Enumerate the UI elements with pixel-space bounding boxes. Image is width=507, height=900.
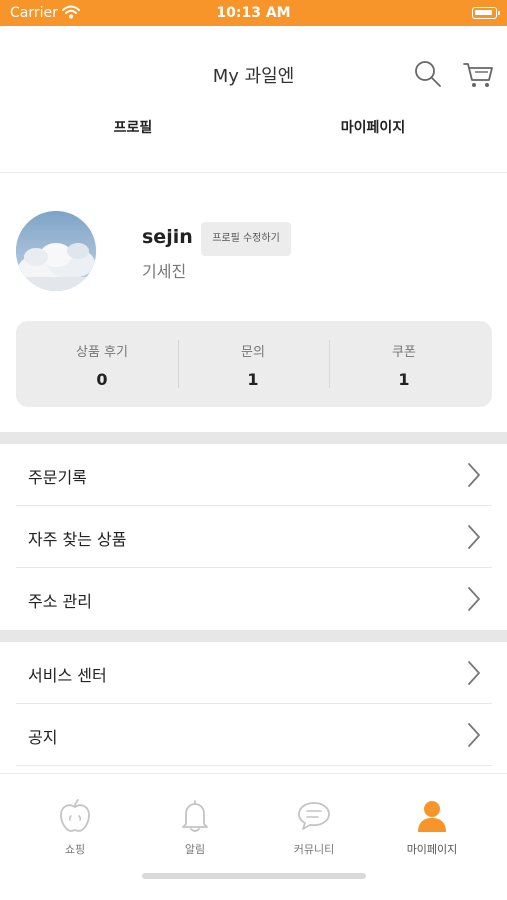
tab-mypage[interactable]: 마이페이지 <box>246 108 500 148</box>
tabbar-label: 커뮤니티 <box>293 843 335 856</box>
stats-card: 상품 후기 0 문의 1 쿠폰 1 <box>16 321 492 407</box>
chevron-right-icon <box>468 463 480 487</box>
home-indicator <box>142 873 366 879</box>
status-bar: Carrier 10:13 AM <box>0 0 507 26</box>
chevron-right-icon <box>468 525 480 549</box>
real-name: 기세진 <box>142 262 187 281</box>
tab-profile[interactable]: 프로필 <box>8 108 258 148</box>
menu-item-address[interactable]: 주소 관리 <box>16 568 492 630</box>
tabbar-item-mypage[interactable]: 마이페이지 <box>377 798 487 858</box>
menu-item-label: 주소 관리 <box>28 592 92 611</box>
top-tabs: 프로필 마이페이지 <box>0 108 507 148</box>
menu-item-favorites[interactable]: 자주 찾는 상품 <box>16 506 492 568</box>
stat-label: 쿠폰 <box>392 345 416 360</box>
stat-coupons[interactable]: 쿠폰 1 <box>329 321 479 407</box>
tabbar-label: 알림 <box>184 843 206 856</box>
apple-icon <box>60 799 90 832</box>
edit-profile-button[interactable]: 프로필 수정하기 <box>201 222 291 256</box>
battery-icon <box>472 7 500 19</box>
stat-value: 0 <box>96 370 108 389</box>
stat-value: 1 <box>398 370 410 389</box>
chevron-right-icon <box>468 661 480 685</box>
username: sejin <box>142 226 193 248</box>
stat-label: 문의 <box>241 345 265 360</box>
header-divider <box>0 172 507 173</box>
menu-item-notice[interactable]: 공지 <box>16 704 492 766</box>
bottom-tab-bar: 쇼핑 알림 커뮤니티 마이페이지 <box>0 773 507 900</box>
menu-item-label: 서비스 센터 <box>28 666 107 685</box>
person-icon <box>418 801 446 832</box>
chevron-right-icon <box>468 723 480 747</box>
tabbar-label: 마이페이지 <box>406 843 458 856</box>
tabbar-item-shopping[interactable]: 쇼핑 <box>20 798 130 858</box>
avatar <box>16 211 96 291</box>
chevron-right-icon <box>468 587 480 611</box>
cart-icon[interactable] <box>462 58 494 90</box>
menu-item-service-center[interactable]: 서비스 센터 <box>16 642 492 704</box>
menu-item-label: 자주 찾는 상품 <box>28 530 127 549</box>
tabbar-item-alerts[interactable]: 알림 <box>140 798 250 858</box>
menu-item-order-history[interactable]: 주문기록 <box>16 444 492 506</box>
stat-reviews[interactable]: 상품 후기 0 <box>27 321 177 407</box>
tabbar-label: 쇼핑 <box>64 843 86 856</box>
menu-item-label: 공지 <box>28 728 58 747</box>
bell-icon <box>182 800 208 832</box>
stat-label: 상품 후기 <box>76 345 128 360</box>
section-divider <box>0 630 507 642</box>
avatar-cloud-image <box>16 211 96 291</box>
section-divider <box>0 432 507 444</box>
tabbar-item-community[interactable]: 커뮤니티 <box>259 798 369 858</box>
status-time: 10:13 AM <box>216 5 291 21</box>
stat-value: 1 <box>247 370 259 389</box>
stat-inquiries[interactable]: 문의 1 <box>178 321 328 407</box>
menu-item-label: 주문기록 <box>28 468 87 487</box>
chat-icon <box>298 802 330 830</box>
search-icon[interactable] <box>412 58 444 90</box>
